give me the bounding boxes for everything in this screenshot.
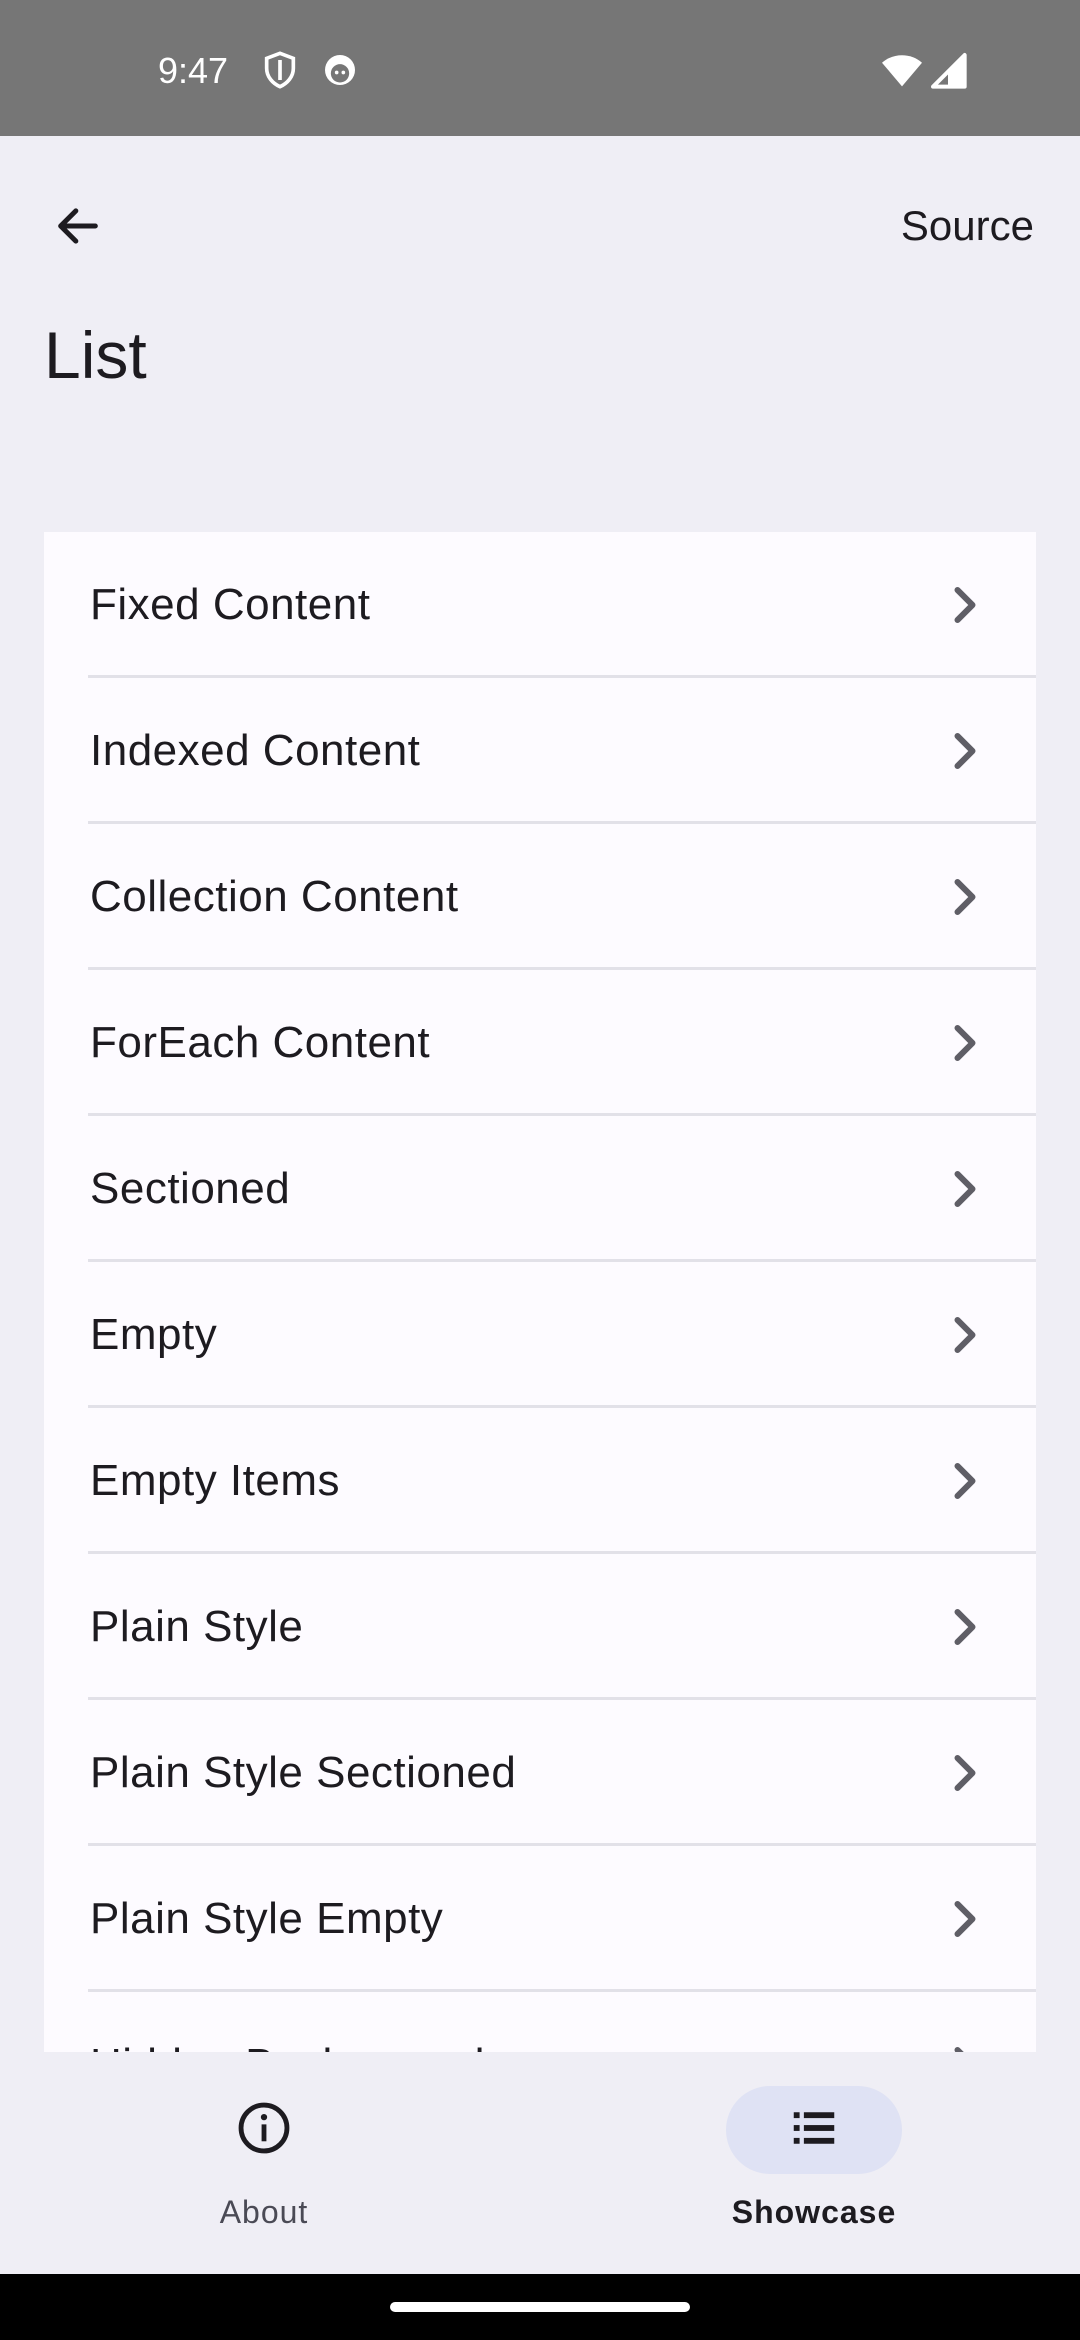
list-scroll-area[interactable]: Fixed Content Indexed Content Collection C… bbox=[0, 0, 1080, 2052]
nav-item-about[interactable]: About bbox=[134, 2086, 394, 2256]
list-item-label: Empty Items bbox=[90, 1456, 340, 1505]
chevron-right-icon bbox=[950, 2045, 980, 2052]
home-handle[interactable] bbox=[390, 2302, 690, 2312]
chevron-right-icon bbox=[950, 585, 980, 625]
list-item-label: Indexed Content bbox=[90, 726, 421, 775]
list-item-label: Sectioned bbox=[90, 1164, 291, 1213]
nav-item-showcase[interactable]: Showcase bbox=[684, 2086, 944, 2256]
chevron-right-icon bbox=[950, 877, 980, 917]
list-item[interactable]: Fixed Content bbox=[44, 532, 1036, 678]
list-icon bbox=[787, 2101, 841, 2160]
list-item-label: Collection Content bbox=[90, 872, 459, 921]
list-item-label: Plain Style Empty bbox=[90, 1894, 444, 1943]
page-title: List bbox=[44, 318, 147, 392]
list-item[interactable]: Empty Items bbox=[44, 1408, 1036, 1554]
source-button[interactable]: Source bbox=[901, 196, 1034, 256]
info-icon bbox=[235, 2099, 293, 2162]
list-card: Fixed Content Indexed Content Collection C… bbox=[44, 532, 1036, 2052]
list-item[interactable]: Plain Style Empty bbox=[44, 1846, 1036, 1992]
chevron-right-icon bbox=[950, 1023, 980, 1063]
list-item[interactable]: Plain Style Sectioned bbox=[44, 1700, 1036, 1846]
list-item[interactable]: Hidden Background bbox=[44, 1992, 1036, 2052]
back-button[interactable] bbox=[40, 190, 116, 266]
chevron-right-icon bbox=[950, 1607, 980, 1647]
list-item[interactable]: Plain Style bbox=[44, 1554, 1036, 1700]
arrow-left-icon bbox=[52, 200, 104, 257]
list-item-label: Plain Style Sectioned bbox=[90, 1748, 517, 1797]
list-item-label: Empty bbox=[90, 1310, 218, 1359]
list-item[interactable]: Collection Content bbox=[44, 824, 1036, 970]
list-item[interactable]: Indexed Content bbox=[44, 678, 1036, 824]
nav-indicator-showcase bbox=[726, 2086, 902, 2174]
chevron-right-icon bbox=[950, 1315, 980, 1355]
list-item[interactable]: Empty bbox=[44, 1262, 1036, 1408]
chevron-right-icon bbox=[950, 1461, 980, 1501]
list-item-label: Fixed Content bbox=[90, 580, 371, 629]
chevron-right-icon bbox=[950, 731, 980, 771]
chevron-right-icon bbox=[950, 1753, 980, 1793]
chevron-right-icon bbox=[950, 1169, 980, 1209]
nav-indicator-about bbox=[176, 2086, 352, 2174]
list-item[interactable]: Sectioned bbox=[44, 1116, 1036, 1262]
bottom-navigation: About Showcase bbox=[0, 2052, 1080, 2274]
list-item-label: Hidden Background bbox=[90, 2040, 485, 2052]
list-item-label: ForEach Content bbox=[90, 1018, 431, 1067]
nav-label-about: About bbox=[219, 2194, 309, 2230]
list-item[interactable]: ForEach Content bbox=[44, 970, 1036, 1116]
chevron-right-icon bbox=[950, 1899, 980, 1939]
nav-label-showcase: Showcase bbox=[731, 2194, 897, 2230]
list-item-label: Plain Style bbox=[90, 1602, 304, 1651]
